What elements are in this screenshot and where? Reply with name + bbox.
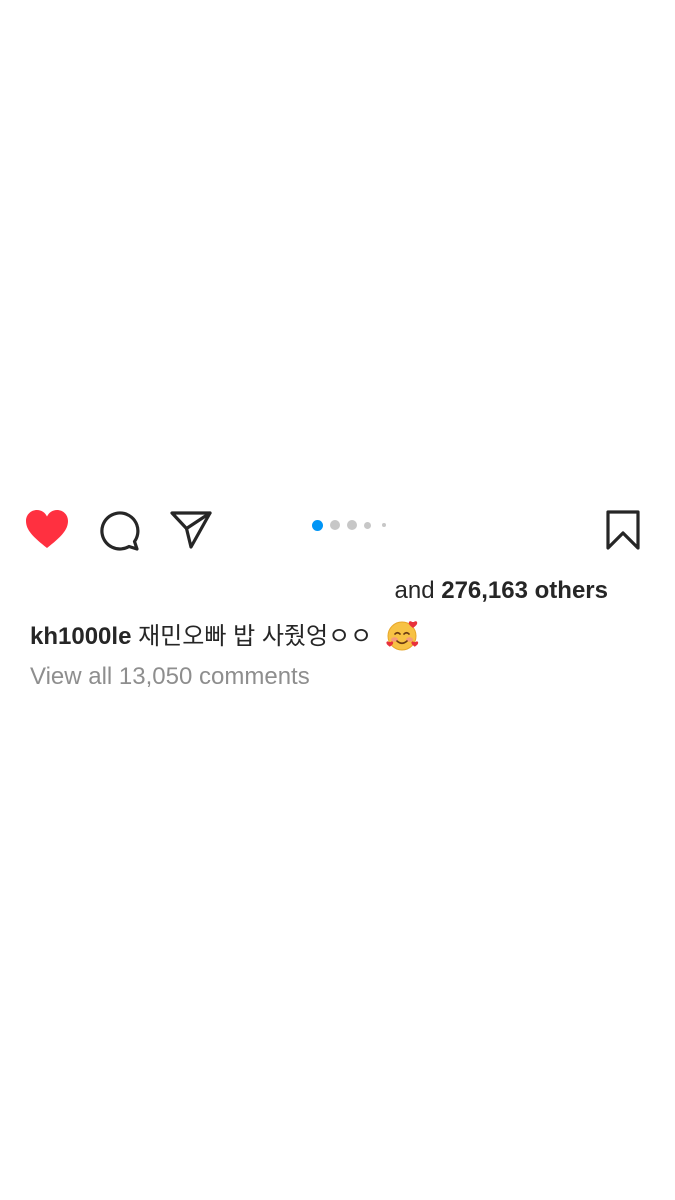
bookmark-icon	[606, 510, 640, 550]
post-action-bar	[0, 500, 675, 558]
paper-plane-icon	[170, 511, 212, 549]
caption-text: 재민오빠 밥 사줬엉ㅇㅇ	[138, 623, 373, 650]
carousel-indicator	[312, 500, 386, 550]
comment-bubble-icon	[100, 511, 140, 551]
carousel-dot-active	[312, 519, 323, 531]
like-button[interactable]	[24, 508, 70, 550]
carousel-dot	[382, 523, 386, 527]
share-button[interactable]	[168, 508, 214, 550]
heart-filled-icon	[26, 510, 68, 548]
smiling-face-with-hearts-icon	[385, 618, 419, 652]
comment-button[interactable]	[96, 508, 142, 552]
carousel-dot	[330, 520, 340, 530]
carousel-dot	[364, 521, 371, 529]
likes-count[interactable]: 276,163 others	[441, 577, 608, 604]
view-all-comments-link[interactable]: View all 13,050 comments	[30, 660, 310, 694]
save-button[interactable]	[602, 508, 644, 552]
likes-summary[interactable]: and 276,163 others	[0, 574, 609, 608]
caption-username[interactable]: kh1000le	[30, 623, 131, 650]
likes-prefix: and	[394, 577, 435, 604]
carousel-dot	[347, 520, 357, 530]
post-caption: kh1000le 재민오빠 밥 사줬엉ㅇㅇ	[30, 618, 419, 655]
